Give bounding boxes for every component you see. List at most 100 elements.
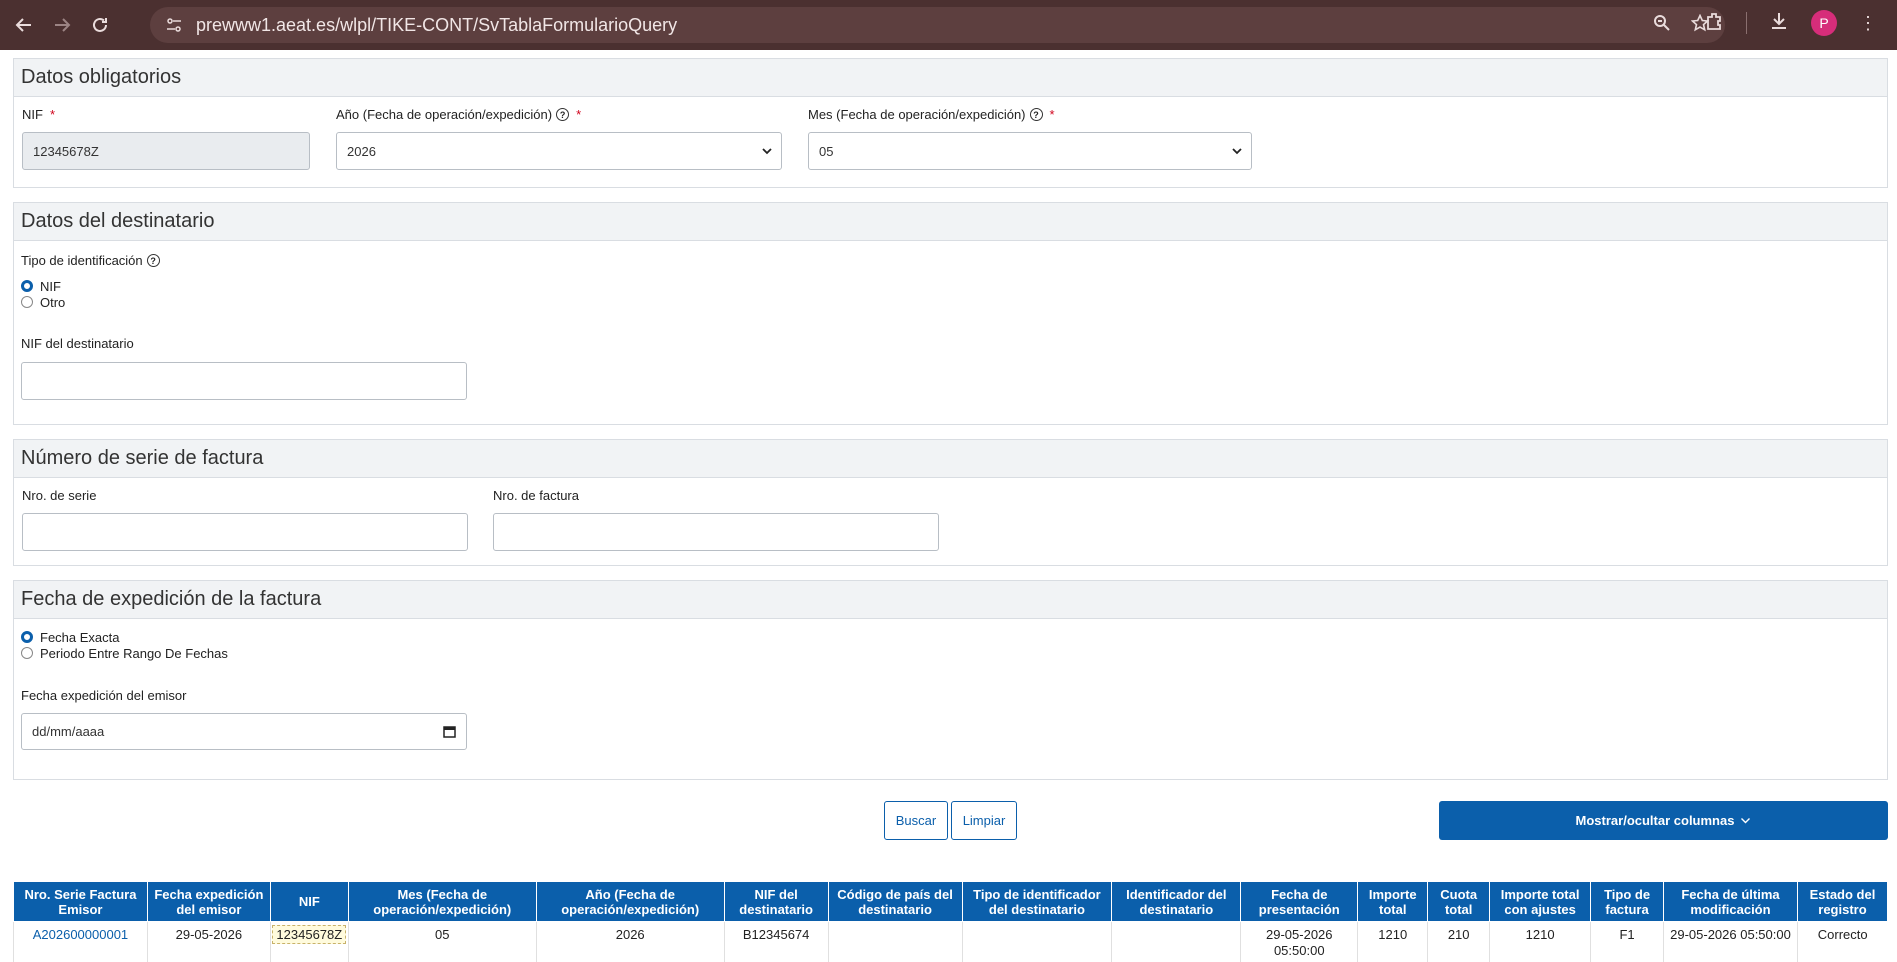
forward-icon[interactable] <box>48 11 76 39</box>
fecha-expedicion-label: Fecha expedición del emisor <box>21 688 187 703</box>
mes-select[interactable]: 05 <box>808 132 1252 170</box>
anio-label: Año (Fecha de operación/expedición)? * <box>336 107 582 122</box>
radio-button[interactable] <box>21 647 33 659</box>
cell-tipo-factura: F1 <box>1590 921 1664 962</box>
help-icon[interactable]: ? <box>556 108 570 121</box>
mes-value: 05 <box>819 143 834 159</box>
panel-datos-obligatorios: Datos obligatorios NIF * 12345678Z Año (F… <box>13 58 1888 188</box>
browser-toolbar: prewww1.aeat.es/wlpl/TIKE-CONT/SvTablaFo… <box>0 0 1897 50</box>
nif-value: 12345678Z <box>33 143 99 159</box>
button-label: Mostrar/ocultar columnas <box>1575 813 1735 828</box>
fecha-expedicion-input[interactable]: dd/mm/aaaa <box>21 713 467 750</box>
cell-codigo-pais <box>827 921 962 962</box>
col-header[interactable]: Estado del registro <box>1796 881 1889 922</box>
help-icon[interactable]: ? <box>1029 108 1043 121</box>
address-bar[interactable]: prewww1.aeat.es/wlpl/TIKE-CONT/SvTablaFo… <box>150 7 1725 43</box>
cell-importe-ajustes: 1210 <box>1489 921 1591 962</box>
site-settings-icon[interactable] <box>164 15 184 35</box>
col-header[interactable]: Identificador del destinatario <box>1111 881 1242 922</box>
cell-fecha-presentacion: 29-05-2026 05:50:00 <box>1240 921 1358 962</box>
cell-identificador <box>1111 921 1241 962</box>
nif-highlight: 12345678Z <box>272 925 347 944</box>
radio-label: Otro <box>40 294 66 310</box>
cell-importe-total: 1210 <box>1357 921 1428 962</box>
date-placeholder: dd/mm/aaaa <box>32 724 105 739</box>
radio-button-checked[interactable] <box>21 280 33 292</box>
help-icon[interactable]: ? <box>146 254 160 267</box>
radio-button[interactable] <box>21 296 33 308</box>
radio-label: NIF <box>40 278 61 294</box>
col-header[interactable]: Importe total con ajustes <box>1489 881 1592 922</box>
mes-label: Mes (Fecha de operación/expedición)? * <box>808 107 1055 122</box>
cell-estado: Correcto <box>1796 921 1888 962</box>
nro-serie-input[interactable] <box>22 513 468 551</box>
panel-fecha-expedicion: Fecha de expedición de la factura Fecha … <box>13 580 1888 780</box>
limpiar-button[interactable]: Limpiar <box>951 801 1017 840</box>
col-header[interactable]: Tipo de identificador del destinatario <box>961 881 1113 922</box>
panel-title: Fecha de expedición de la factura <box>14 581 1887 619</box>
fecha-presentacion-time: 05:50:00 <box>1273 943 1325 958</box>
anio-select[interactable]: 2026 <box>336 132 782 170</box>
radio-rango-fechas[interactable]: Periodo Entre Rango De Fechas <box>21 645 1880 661</box>
nro-factura-input[interactable] <box>493 513 939 551</box>
panel-datos-destinatario: Datos del destinatario Tipo de identific… <box>13 202 1888 425</box>
table-row: A202600000001 29-05-2026 12345678Z 05 20… <box>13 921 1888 962</box>
tipo-identificacion-label: Tipo de identificación? <box>21 253 1880 268</box>
nro-serie-label: Nro. de serie <box>22 488 97 503</box>
cell-serie: A202600000001 <box>13 921 148 962</box>
profile-avatar[interactable]: P <box>1811 10 1837 36</box>
panel-title: Datos del destinatario <box>14 203 1887 241</box>
chevron-down-icon <box>1741 818 1751 824</box>
fecha-presentacion-date: 29-05-2026 <box>1266 927 1333 942</box>
cell-tipo-identificador <box>961 921 1112 962</box>
col-header[interactable]: Código de país del destinatario <box>827 881 963 922</box>
menu-kebab-icon[interactable]: ⋮ <box>1859 13 1877 34</box>
query-form: Datos obligatorios NIF * 12345678Z Año (F… <box>13 58 1888 794</box>
col-header[interactable]: Tipo de factura <box>1590 881 1665 922</box>
download-icon[interactable] <box>1769 11 1789 36</box>
radio-button-checked[interactable] <box>21 631 33 643</box>
radio-label: Fecha Exacta <box>40 629 120 645</box>
nif-destinatario-input[interactable] <box>21 362 467 400</box>
radio-nif[interactable]: NIF <box>21 278 1880 294</box>
cell-fecha-modificacion: 29-05-2026 05:50:00 <box>1663 921 1798 962</box>
nif-label: NIF * <box>22 107 56 122</box>
col-header[interactable]: Nro. Serie Factura Emisor <box>13 881 148 922</box>
chevron-down-icon <box>1232 148 1242 155</box>
nif-field[interactable]: 12345678Z <box>22 132 310 170</box>
nif-destinatario-label: NIF del destinatario <box>21 336 134 351</box>
radio-fecha-exacta[interactable]: Fecha Exacta <box>21 629 1880 645</box>
serie-link[interactable]: A202600000001 <box>33 927 128 942</box>
mostrar-ocultar-columnas-button[interactable]: Mostrar/ocultar columnas <box>1439 801 1888 840</box>
cell-mes: 05 <box>347 921 537 962</box>
panel-title: Número de serie de factura <box>14 440 1887 478</box>
col-header[interactable]: Fecha de presentación <box>1240 881 1359 922</box>
results-table: Nro. Serie Factura Emisor Fecha expedici… <box>13 881 1889 962</box>
toolbar-divider <box>1746 12 1747 34</box>
radio-otro[interactable]: Otro <box>21 294 1880 310</box>
radio-label: Periodo Entre Rango De Fechas <box>40 645 228 661</box>
col-header[interactable]: Fecha expedición del emisor <box>146 881 271 922</box>
col-header[interactable]: Año (Fecha de operación/expedición) <box>535 881 725 922</box>
col-header[interactable]: NIF <box>269 881 349 922</box>
col-header[interactable]: Mes (Fecha de operación/expedición) <box>347 881 537 922</box>
col-header[interactable]: Cuota total <box>1427 881 1491 922</box>
cell-anio: 2026 <box>535 921 725 962</box>
col-header[interactable]: Importe total <box>1357 881 1429 922</box>
extensions-icon[interactable] <box>1704 11 1724 36</box>
calendar-icon[interactable] <box>443 725 456 738</box>
cell-fecha-expedicion: 29-05-2026 <box>146 921 271 962</box>
col-header[interactable]: NIF del destinatario <box>723 881 829 922</box>
reload-icon[interactable] <box>86 11 114 39</box>
panel-title: Datos obligatorios <box>14 59 1887 97</box>
anio-value: 2026 <box>347 143 376 159</box>
col-header[interactable]: Fecha de última modificación <box>1663 881 1798 922</box>
zoom-icon[interactable] <box>1653 14 1671 37</box>
cell-nif: 12345678Z <box>269 921 349 962</box>
cell-cuota-total: 210 <box>1427 921 1490 962</box>
buscar-button[interactable]: Buscar <box>884 801 948 840</box>
url-text[interactable]: prewww1.aeat.es/wlpl/TIKE-CONT/SvTablaFo… <box>196 15 677 36</box>
back-icon[interactable] <box>10 11 38 39</box>
panel-numero-serie: Número de serie de factura Nro. de serie… <box>13 439 1888 566</box>
chevron-down-icon <box>762 148 772 155</box>
